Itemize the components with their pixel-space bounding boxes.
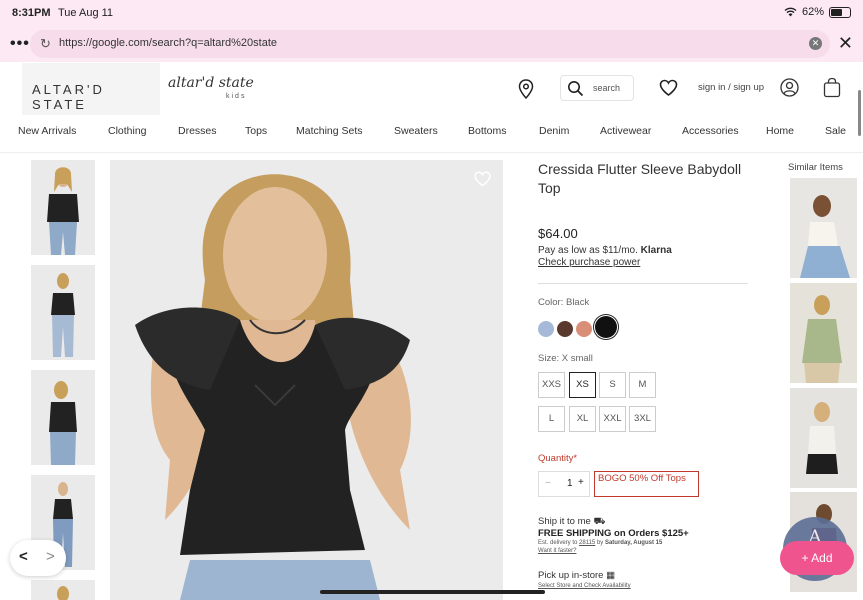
image-nav-arrows: < > [10, 540, 66, 576]
nav-activewear[interactable]: Activewear [600, 125, 651, 137]
category-nav: New Arrivals Clothing Dresses Tops Match… [0, 115, 863, 153]
product-main-image[interactable] [110, 160, 503, 600]
color-label: Color: Black [538, 297, 590, 308]
chevron-left-icon[interactable]: < [19, 548, 28, 565]
size-3xl[interactable]: 3XL [629, 406, 656, 432]
delivery-zip-link[interactable]: 28115 [579, 540, 595, 546]
sign-in-link[interactable]: sign in / sign up [698, 82, 764, 93]
nav-matching-sets[interactable]: Matching Sets [296, 125, 363, 137]
similar-item-3[interactable] [790, 388, 857, 488]
nav-sweaters[interactable]: Sweaters [394, 125, 438, 137]
battery-icon [829, 6, 851, 18]
pickup-title[interactable]: Pick up in-store ▦ [538, 570, 615, 581]
kids-logo[interactable]: altar'd state [168, 75, 254, 91]
plus-icon: + [801, 551, 809, 565]
nav-clothing[interactable]: Clothing [108, 125, 147, 137]
wifi-icon [784, 7, 797, 17]
size-s[interactable]: S [599, 372, 626, 398]
address-bar[interactable]: ↻ https://google.com/search?q=altard%20s… [30, 30, 830, 58]
similar-item-1[interactable] [790, 178, 857, 278]
swatch-brown[interactable] [557, 321, 573, 337]
location-pin-icon[interactable] [518, 79, 534, 99]
swatch-light-blue[interactable] [538, 321, 554, 337]
klarna-brand: Klarna [640, 245, 672, 256]
status-day: Tue Aug 11 [58, 7, 114, 19]
battery-percent: 62% [801, 6, 824, 18]
shopping-bag-icon[interactable] [823, 77, 841, 98]
logo-text: ALTAR'D STATE [32, 82, 105, 112]
size-xxs[interactable]: XXS [538, 372, 565, 398]
similar-items-heading: Similar Items [788, 162, 843, 173]
similar-item-2[interactable] [790, 283, 857, 383]
size-xs[interactable]: XS [569, 372, 596, 398]
status-bar: 8:31PM Tue Aug 11 62% [0, 0, 863, 26]
status-time: 8:31PM [12, 7, 51, 19]
promo-badge[interactable]: BOGO 50% Off Tops [594, 471, 699, 497]
more-dots-icon[interactable]: ••• [10, 35, 30, 53]
close-icon[interactable]: ✕ [838, 33, 853, 54]
quantity-stepper: − 1 + [538, 471, 590, 497]
kids-logo-sub: kids [226, 93, 247, 100]
swatch-salmon[interactable] [576, 321, 592, 337]
thumbnail-more[interactable] [31, 580, 95, 600]
select-store-link[interactable]: Select Store and Check Availability [538, 583, 631, 589]
delivery-by: by [596, 540, 604, 546]
quantity-minus-button[interactable]: − [545, 478, 551, 489]
reload-icon[interactable]: ↻ [40, 36, 51, 52]
size-xxl[interactable]: XXL [599, 406, 626, 432]
delivery-estimate: Est. delivery to 28115 by Saturday, Augu… [538, 540, 662, 546]
pickup-title-text: Pick up in-store [538, 570, 604, 581]
clear-url-icon[interactable]: ✕ [809, 37, 822, 50]
quantity-plus-button[interactable]: + [578, 477, 584, 488]
klarna-prefix: Pay as low as $11/mo. [538, 245, 638, 256]
size-xl[interactable]: XL [569, 406, 596, 432]
nav-home[interactable]: Home [766, 125, 794, 137]
klarna-text: Pay as low as $11/mo. Klarna [538, 245, 672, 256]
add-button-label: Add [811, 551, 833, 565]
wishlist-heart-icon[interactable] [659, 79, 678, 97]
nav-sale[interactable]: Sale [825, 125, 846, 137]
quantity-label: Quantity* [538, 453, 578, 464]
want-it-faster-link[interactable]: Want it faster? [538, 548, 576, 554]
nav-dresses[interactable]: Dresses [178, 125, 217, 137]
nav-bottoms[interactable]: Bottoms [468, 125, 507, 137]
site-header: ALTAR'D STATE altar'd state kids search … [0, 63, 863, 115]
product-price: $64.00 [538, 226, 578, 241]
check-purchase-power-link[interactable]: Check purchase power [538, 257, 640, 268]
search-icon [568, 81, 584, 97]
delivery-date: Saturday, August 15 [604, 540, 663, 546]
altard-state-logo[interactable]: ALTAR'D STATE [22, 63, 160, 115]
ship-title[interactable]: Ship it to me ⛟ [538, 516, 605, 528]
thumbnail-front[interactable] [31, 160, 95, 255]
search-placeholder: search [593, 83, 621, 93]
account-icon[interactable] [780, 78, 799, 97]
truck-icon: ⛟ [593, 516, 606, 527]
nav-denim[interactable]: Denim [539, 125, 569, 137]
nav-accessories[interactable]: Accessories [682, 125, 739, 137]
thumbnail-side[interactable] [31, 370, 95, 465]
size-m[interactable]: M [629, 372, 656, 398]
size-label: Size: X small [538, 353, 593, 364]
thumbnail-back[interactable] [31, 265, 95, 360]
status-right: 62% [784, 6, 851, 18]
free-shipping-text: FREE SHIPPING on Orders $125+ [538, 528, 689, 539]
battery-fill [831, 8, 843, 16]
nav-tops[interactable]: Tops [245, 125, 267, 137]
home-indicator [320, 590, 545, 594]
store-icon: ▦ [606, 570, 616, 581]
size-l[interactable]: L [538, 406, 565, 432]
nav-new-arrivals[interactable]: New Arrivals [18, 125, 76, 137]
delivery-prefix: Est. delivery to [538, 540, 578, 546]
swatch-black[interactable] [595, 316, 617, 338]
chevron-right-icon[interactable]: > [46, 548, 55, 565]
ship-title-text: Ship it to me [538, 516, 591, 527]
product-title: Cressida Flutter Sleeve Babydoll Top [538, 161, 742, 196]
divider [538, 283, 748, 284]
url-text[interactable]: https://google.com/search?q=altard%20sta… [59, 37, 277, 49]
add-button[interactable]: + Add [780, 541, 854, 575]
favorite-heart-icon[interactable] [474, 171, 491, 187]
quantity-value[interactable]: 1 [567, 478, 573, 489]
browser-toolbar: ••• ↻ https://google.com/search?q=altard… [0, 26, 863, 62]
search-input[interactable]: search [560, 75, 634, 101]
